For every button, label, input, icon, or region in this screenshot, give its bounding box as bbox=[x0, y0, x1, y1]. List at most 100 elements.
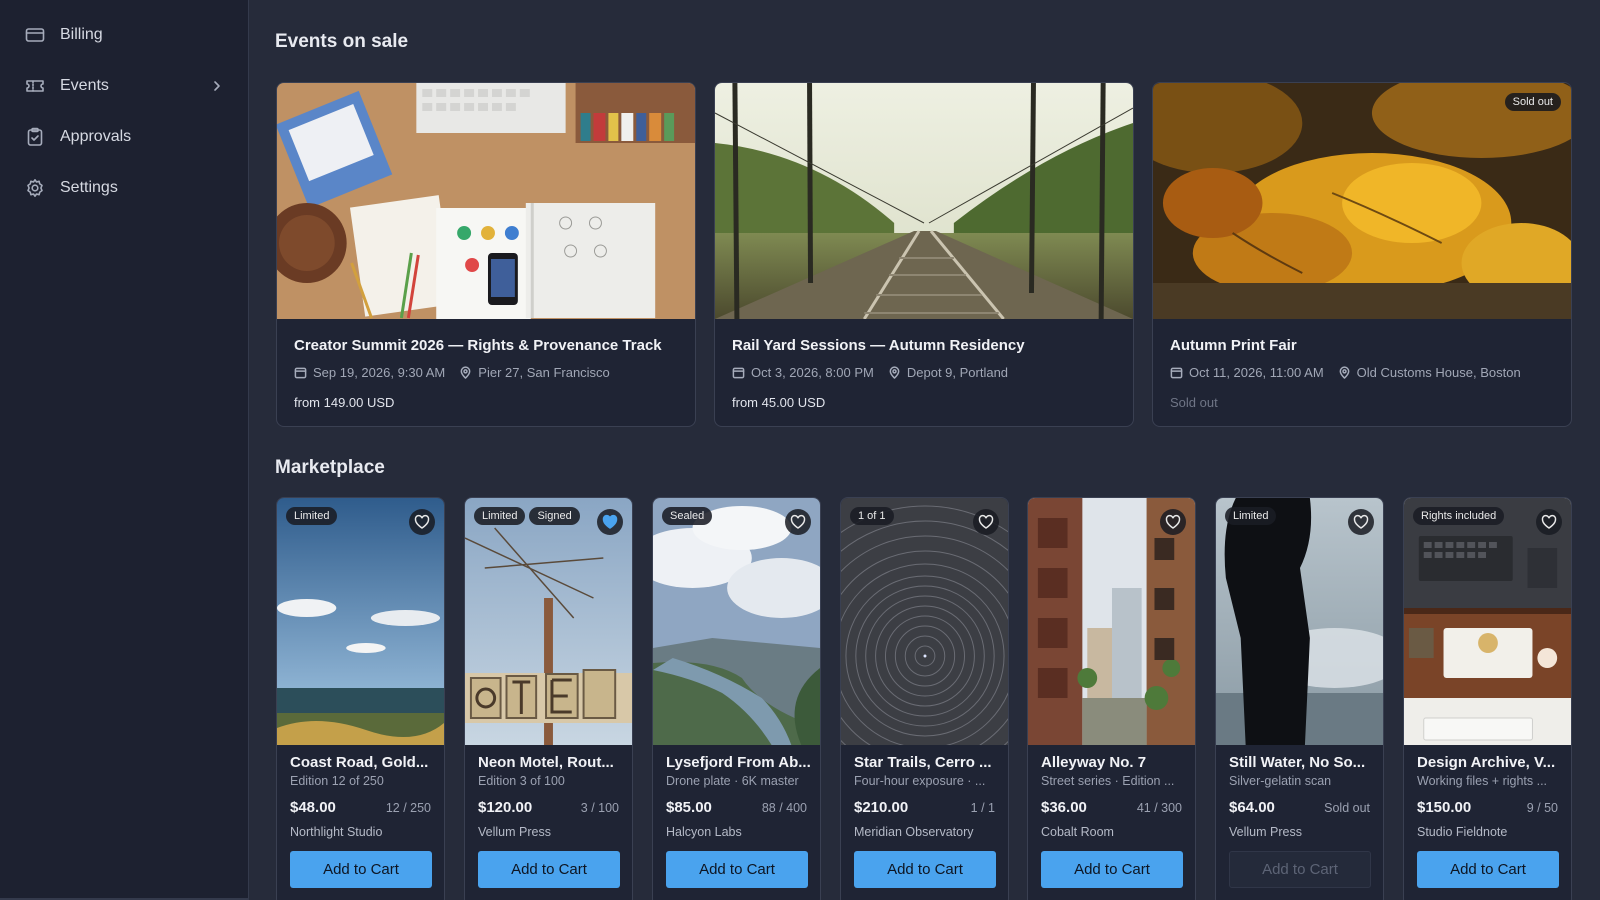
coast-road-photo bbox=[277, 498, 444, 745]
product-name: Alleyway No. 7 bbox=[1041, 754, 1147, 771]
credit-card-icon bbox=[24, 24, 46, 46]
sidebar-item-billing[interactable]: Billing bbox=[0, 15, 249, 55]
product-stock: 3 / 100 bbox=[580, 801, 619, 815]
product-seller: Studio Fieldnote bbox=[1417, 825, 1508, 839]
event-title: Rail Yard Sessions — Autumn Residency bbox=[732, 337, 1025, 354]
product-name: Coast Road, Gold... bbox=[290, 754, 429, 771]
product-subtitle: Working files + rights ... bbox=[1417, 774, 1548, 788]
product-stock: 1 / 1 bbox=[970, 801, 995, 815]
sidebar-item-label: Approvals bbox=[60, 128, 132, 145]
marketplace-section-title: Marketplace bbox=[275, 457, 385, 478]
product-name: Still Water, No So... bbox=[1229, 754, 1366, 771]
calendar-icon bbox=[1170, 367, 1183, 379]
product-subtitle: Drone plate · 6K master bbox=[666, 774, 799, 788]
ticket-icon bbox=[24, 75, 46, 97]
add-to-cart-button[interactable]: Add to Cart bbox=[290, 851, 432, 888]
product-stock: 88 / 400 bbox=[761, 801, 807, 815]
add-to-cart-button[interactable]: Add to Cart bbox=[1229, 851, 1371, 888]
event-meta: Oct 3, 2026, 8:00 PM Depot 9, Portland bbox=[732, 365, 1022, 380]
product-badges: Limited Signed bbox=[474, 507, 580, 525]
add-to-cart-button[interactable]: Add to Cart bbox=[478, 851, 620, 888]
product-card[interactable]: Limited Still Water, No So... Silver-gel… bbox=[1215, 497, 1384, 900]
event-meta: Oct 11, 2026, 11:00 AM Old Customs House… bbox=[1170, 365, 1535, 380]
heart-icon bbox=[1541, 514, 1557, 529]
product-subtitle: Edition 12 of 250 bbox=[290, 774, 384, 788]
product-badges: Rights included bbox=[1413, 507, 1505, 525]
chevron-right-icon[interactable] bbox=[211, 80, 223, 92]
sidebar-item-label: Events bbox=[60, 77, 109, 94]
event-date: Oct 11, 2026, 11:00 AM bbox=[1189, 365, 1324, 380]
product-seller: Vellum Press bbox=[1229, 825, 1302, 839]
product-price: $150.00 bbox=[1417, 799, 1472, 816]
calendar-icon bbox=[732, 367, 745, 379]
favorite-button[interactable] bbox=[785, 509, 811, 535]
product-price: $64.00 bbox=[1229, 799, 1275, 816]
add-to-cart-button[interactable]: Add to Cart bbox=[854, 851, 996, 888]
favorite-button[interactable] bbox=[973, 509, 999, 535]
product-card[interactable]: Sealed Lysefjord From Ab... Drone plate … bbox=[652, 497, 821, 900]
gear-icon bbox=[24, 177, 46, 199]
product-stock: 12 / 250 bbox=[385, 801, 431, 815]
desk-workspace-photo bbox=[277, 83, 695, 319]
product-badges: Limited bbox=[1225, 507, 1277, 525]
event-date: Sep 19, 2026, 9:30 AM bbox=[313, 365, 446, 380]
product-stock: 9 / 50 bbox=[1526, 801, 1558, 815]
clipboard-check-icon bbox=[24, 126, 46, 148]
event-card[interactable]: Rail Yard Sessions — Autumn Residency Oc… bbox=[714, 82, 1134, 427]
product-card[interactable]: 1 of 1 Star Trails, Cerro ... Four-hour … bbox=[840, 497, 1009, 900]
favorite-button[interactable] bbox=[1160, 509, 1186, 535]
event-meta: Sep 19, 2026, 9:30 AM Pier 27, San Franc… bbox=[294, 365, 624, 380]
sidebar-item-label: Settings bbox=[60, 179, 118, 196]
product-name: Design Archive, V... bbox=[1417, 754, 1556, 771]
heart-icon bbox=[790, 514, 806, 529]
product-subtitle: Four-hour exposure · ... bbox=[854, 774, 986, 788]
product-card[interactable]: Limited Signed Neon Motel, Rout... Editio… bbox=[464, 497, 633, 900]
badge-sealed: Sealed bbox=[662, 507, 713, 525]
favorite-button[interactable] bbox=[409, 509, 435, 535]
product-card[interactable]: Rights included Design Archive, V... Wor… bbox=[1403, 497, 1572, 900]
product-seller: Meridian Observatory bbox=[854, 825, 974, 839]
star-trails-photo bbox=[841, 498, 1008, 745]
heart-icon bbox=[414, 514, 430, 529]
event-venue: Old Customs House, Boston bbox=[1356, 365, 1521, 380]
design-workspace-photo bbox=[1404, 498, 1571, 745]
product-badges: 1 of 1 bbox=[850, 507, 894, 525]
badge-limited: Limited bbox=[286, 507, 338, 525]
badge-rights-included: Rights included bbox=[1413, 507, 1505, 525]
favorite-button[interactable] bbox=[1348, 509, 1374, 535]
product-card[interactable]: Alleyway No. 7 Street series · Edition .… bbox=[1027, 497, 1196, 900]
location-pin-icon bbox=[1339, 366, 1350, 379]
favorite-button[interactable] bbox=[1536, 509, 1562, 535]
add-to-cart-button[interactable]: Add to Cart bbox=[1041, 851, 1183, 888]
product-name: Neon Motel, Rout... bbox=[478, 754, 614, 771]
add-to-cart-button[interactable]: Add to Cart bbox=[1417, 851, 1559, 888]
sidebar: Billing Events Approvals Settings bbox=[0, 0, 249, 900]
product-name: Star Trails, Cerro ... bbox=[854, 754, 992, 771]
location-pin-icon bbox=[460, 366, 471, 379]
sidebar-item-settings[interactable]: Settings bbox=[0, 168, 249, 208]
heart-icon bbox=[978, 514, 994, 529]
badge-limited: Limited bbox=[1225, 507, 1277, 525]
badge-one-of-one: 1 of 1 bbox=[850, 507, 894, 525]
product-seller: Cobalt Room bbox=[1041, 825, 1114, 839]
sold-out-badge: Sold out bbox=[1504, 93, 1561, 111]
heart-filled-icon bbox=[602, 514, 618, 529]
event-title: Autumn Print Fair bbox=[1170, 337, 1297, 354]
product-badges: Sealed bbox=[662, 507, 713, 525]
sidebar-item-events[interactable]: Events bbox=[0, 66, 249, 106]
add-to-cart-button[interactable]: Add to Cart bbox=[666, 851, 808, 888]
product-stock: 41 / 300 bbox=[1136, 801, 1182, 815]
badge-limited: Limited bbox=[474, 507, 526, 525]
event-venue: Pier 27, San Francisco bbox=[478, 365, 610, 380]
event-card[interactable]: Sold out Autumn Print Fair Oct 11, 2026,… bbox=[1152, 82, 1572, 427]
heart-icon bbox=[1353, 514, 1369, 529]
product-seller: Northlight Studio bbox=[290, 825, 383, 839]
still-water-photo bbox=[1216, 498, 1383, 745]
event-date: Oct 3, 2026, 8:00 PM bbox=[751, 365, 874, 380]
product-subtitle: Street series · Edition ... bbox=[1041, 774, 1175, 788]
favorite-button[interactable] bbox=[597, 509, 623, 535]
product-card[interactable]: Limited Coast Road, Gold... Edition 12 o… bbox=[276, 497, 445, 900]
product-seller: Halcyon Labs bbox=[666, 825, 742, 839]
sidebar-item-approvals[interactable]: Approvals bbox=[0, 117, 249, 157]
event-card[interactable]: Creator Summit 2026 — Rights & Provenanc… bbox=[276, 82, 696, 427]
